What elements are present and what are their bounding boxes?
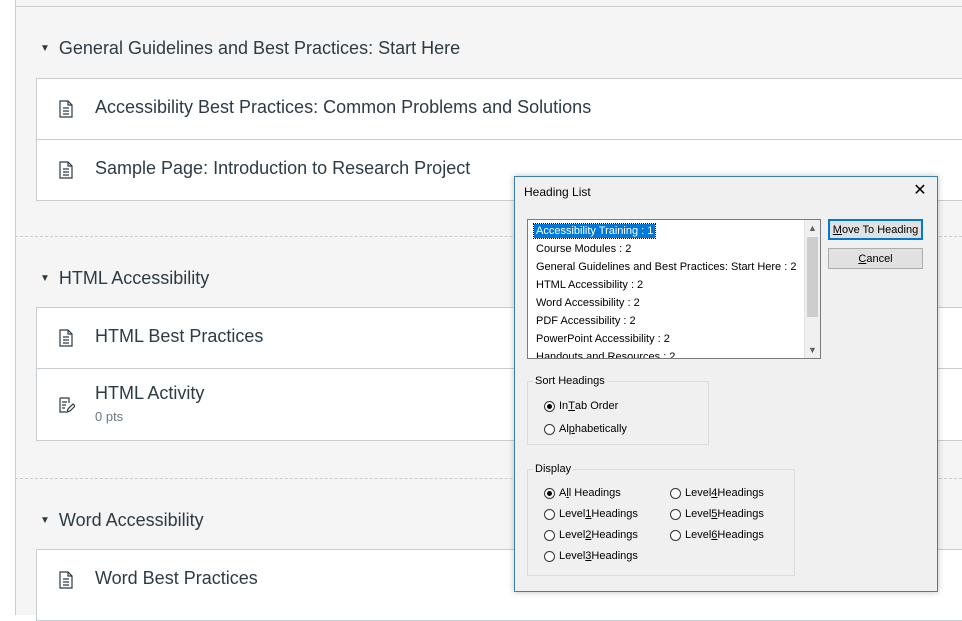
radio-tab-order[interactable]: In Tab Order [544,400,618,412]
scroll-thumb[interactable] [807,237,818,317]
radio-button[interactable] [544,550,555,562]
page-icon [59,161,73,179]
heading-list-item[interactable]: Accessibility Training : 1 [532,223,657,239]
module-header-general[interactable]: ▼ General Guidelines and Best Practices:… [40,38,460,59]
heading-list-item[interactable]: Word Accessibility : 2 [534,296,642,310]
display-label: Display [533,463,574,475]
caret-down-icon[interactable]: ▼ [40,515,50,526]
heading-list-item[interactable]: HTML Accessibility : 2 [534,278,645,292]
radio-button[interactable] [544,529,555,541]
close-icon[interactable]: ✕ [911,180,929,200]
radio-level-5-headings[interactable]: Level 5 Headings [670,508,764,520]
heading-listbox[interactable]: Accessibility Training : 1 Course Modules… [527,219,821,359]
radio-button[interactable] [670,508,681,520]
heading-list-item[interactable]: PowerPoint Accessibility : 2 [534,332,672,346]
heading-list-item[interactable]: Course Modules : 2 [534,242,633,256]
page-icon [59,100,73,118]
radio-level-4-headings[interactable]: Level 4 Headings [670,487,764,499]
item-title[interactable]: Accessibility Best Practices: Common Pro… [95,97,591,118]
page-icon [59,571,73,589]
heading-list-item[interactable]: Handouts and Resources : 2 [534,350,677,358]
top-border [15,6,962,7]
heading-list-item[interactable]: General Guidelines and Best Practices: S… [534,260,798,274]
caret-down-icon[interactable]: ▼ [40,43,50,54]
radio-button[interactable] [544,487,555,499]
move-to-heading-button[interactable]: Move To Heading [828,219,923,240]
module-title: HTML Accessibility [58,268,210,288]
radio-button[interactable] [544,400,555,412]
caret-down-icon[interactable]: ▼ [40,273,50,284]
item-title[interactable]: HTML Activity [95,383,204,404]
sort-headings-group [527,381,709,445]
dialog-title: Heading List [524,185,591,199]
module-title: General Guidelines and Best Practices: S… [58,38,461,58]
radio-level-6-headings[interactable]: Level 6 Headings [670,529,764,541]
item-points: 0 pts [95,409,124,424]
sort-headings-label: Sort Headings [533,375,607,387]
item-title[interactable]: HTML Best Practices [95,326,263,347]
cancel-button[interactable]: Cancel [828,248,923,269]
assignment-icon [59,397,75,413]
module-header-word[interactable]: ▼ Word Accessibility [40,510,204,531]
radio-button[interactable] [670,487,681,499]
radio-level-2-headings[interactable]: Level 2 Headings [544,529,638,541]
scrollbar[interactable]: ▲ ▼ [804,220,820,358]
item-title[interactable]: Word Best Practices [95,568,258,589]
radio-level-3-headings[interactable]: Level 3 Headings [544,550,638,562]
heading-list-item[interactable]: PDF Accessibility : 2 [534,314,638,328]
item-title[interactable]: Sample Page: Introduction to Research Pr… [95,158,470,179]
radio-level-1-headings[interactable]: Level 1 Headings [544,508,638,520]
module-item[interactable]: Accessibility Best Practices: Common Pro… [37,79,962,140]
radio-button[interactable] [544,423,555,435]
scroll-up-icon[interactable]: ▲ [805,220,820,236]
page-icon [59,329,73,347]
module-title: Word Accessibility [58,510,204,530]
radio-alphabetically[interactable]: Al p habetically [544,423,627,435]
radio-all-headings[interactable]: All Headings [544,487,621,499]
radio-button[interactable] [544,508,555,520]
module-header-html[interactable]: ▼ HTML Accessibility [40,268,209,289]
scroll-down-icon[interactable]: ▼ [805,342,820,358]
radio-button[interactable] [670,529,681,541]
heading-list-dialog: Heading List ✕ Accessibility Training : … [514,176,938,592]
